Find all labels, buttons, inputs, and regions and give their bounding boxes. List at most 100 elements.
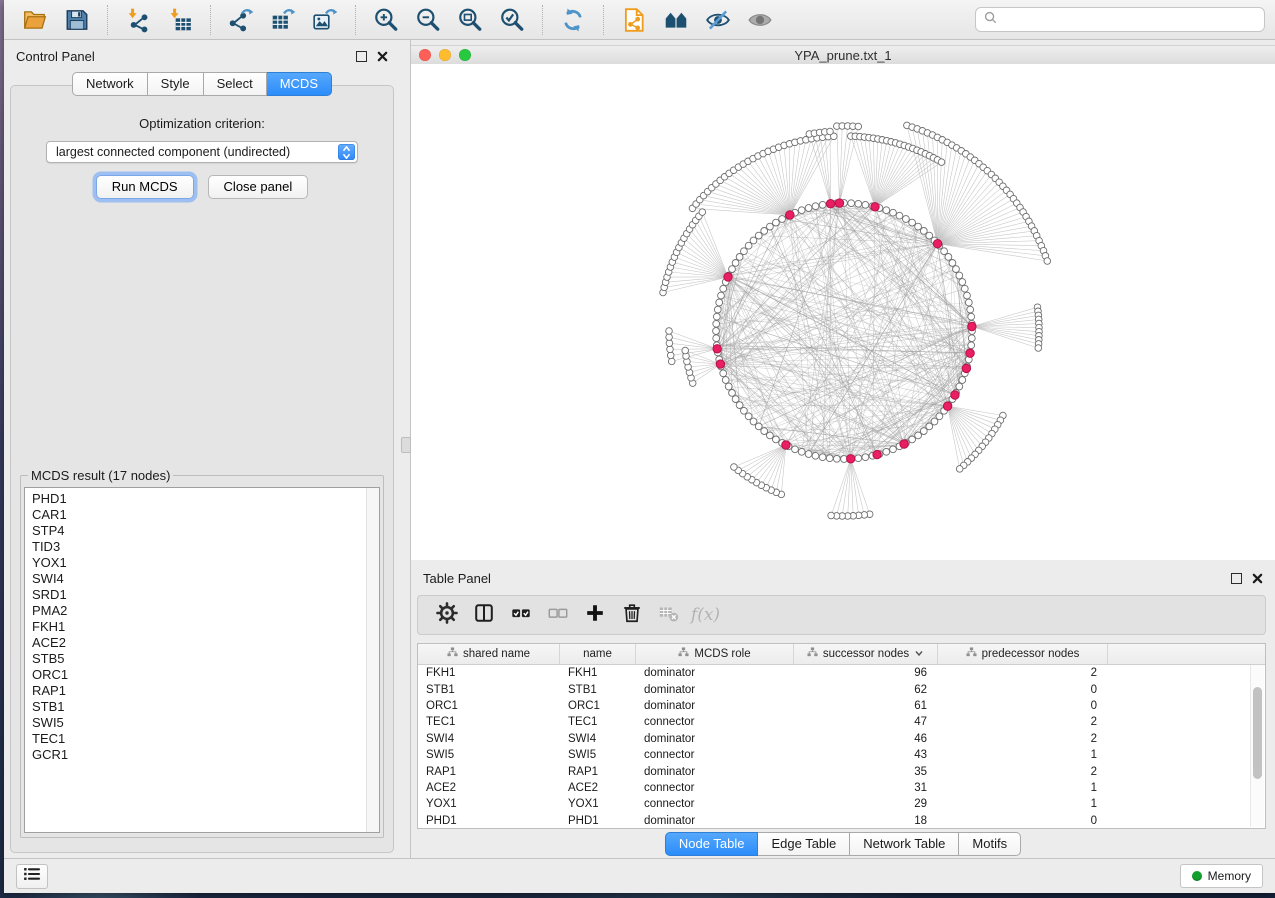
hide-selected-button[interactable] xyxy=(703,5,733,35)
network-node[interactable] xyxy=(926,423,933,430)
float-table-panel-icon[interactable] xyxy=(1231,573,1242,584)
zoom-in-button[interactable] xyxy=(371,5,401,35)
network-node[interactable] xyxy=(699,209,706,216)
network-node[interactable] xyxy=(833,455,840,462)
network-node[interactable] xyxy=(855,200,862,207)
network-node[interactable] xyxy=(915,432,922,439)
memory-button[interactable]: Memory xyxy=(1180,864,1263,888)
mcds-hub-node[interactable] xyxy=(900,440,908,448)
optimization-select[interactable]: largest connected component (undirected) xyxy=(46,141,358,163)
network-node[interactable] xyxy=(968,342,975,349)
table-scrollbar[interactable] xyxy=(1250,665,1264,827)
network-node[interactable] xyxy=(827,128,834,135)
network-node[interactable] xyxy=(729,390,736,397)
network-node[interactable] xyxy=(666,328,673,335)
zoom-selected-button[interactable] xyxy=(497,5,527,35)
mcds-result-item[interactable]: ORC1 xyxy=(32,667,379,683)
tab-select[interactable]: Select xyxy=(204,72,267,96)
tab-network[interactable]: Network xyxy=(72,72,148,96)
network-node[interactable] xyxy=(667,346,674,353)
network-node[interactable] xyxy=(798,448,805,455)
mcds-result-item[interactable]: STP4 xyxy=(32,523,379,539)
network-node[interactable] xyxy=(945,254,952,261)
mcds-result-item[interactable]: SWI5 xyxy=(32,715,379,731)
splitter-handle[interactable] xyxy=(401,437,411,453)
network-node[interactable] xyxy=(668,358,675,365)
mcds-result-item[interactable]: TEC1 xyxy=(32,731,379,747)
table-row[interactable]: STB1STB1dominator620 xyxy=(418,681,1265,697)
network-node[interactable] xyxy=(826,455,833,462)
network-node[interactable] xyxy=(666,334,673,341)
mcds-hub-node[interactable] xyxy=(871,203,879,211)
network-view-titlebar[interactable]: YPA_prune.txt_1 xyxy=(411,45,1275,65)
network-node[interactable] xyxy=(741,248,748,255)
mcds-result-item[interactable]: TID3 xyxy=(32,539,379,555)
network-node[interactable] xyxy=(1044,258,1051,265)
refresh-layout-button[interactable] xyxy=(558,5,588,35)
tab-node-table[interactable]: Node Table xyxy=(665,832,759,856)
network-node[interactable] xyxy=(959,377,966,384)
network-node[interactable] xyxy=(961,285,968,292)
mcds-hub-node[interactable] xyxy=(713,345,721,353)
mcds-hub-node[interactable] xyxy=(826,200,834,208)
network-node[interactable] xyxy=(956,272,963,279)
column-header-successor-nodes[interactable]: successor nodes xyxy=(794,644,938,664)
close-table-panel-icon[interactable] xyxy=(1252,573,1263,584)
tab-motifs[interactable]: Motifs xyxy=(959,832,1021,856)
mcds-result-list[interactable]: PHD1CAR1STP4TID3YOX1SWI4SRD1PMA2FKH1ACE2… xyxy=(24,487,380,833)
network-node[interactable] xyxy=(968,313,975,320)
run-mcds-button[interactable]: Run MCDS xyxy=(96,175,194,199)
network-node[interactable] xyxy=(805,451,812,458)
show-columns-button[interactable] xyxy=(465,601,502,629)
network-node[interactable] xyxy=(805,205,812,212)
network-node[interactable] xyxy=(713,320,720,327)
network-node[interactable] xyxy=(731,464,738,471)
close-panel-button[interactable]: Close panel xyxy=(208,175,309,199)
network-node[interactable] xyxy=(890,446,897,453)
mcds-hub-node[interactable] xyxy=(724,273,732,281)
network-from-file-button[interactable] xyxy=(619,5,649,35)
network-node[interactable] xyxy=(862,201,869,208)
save-session-button[interactable] xyxy=(62,5,92,35)
import-table-button[interactable] xyxy=(165,5,195,35)
search-input[interactable] xyxy=(1003,11,1256,28)
network-node[interactable] xyxy=(890,209,897,216)
network-node[interactable] xyxy=(848,200,855,207)
tab-style[interactable]: Style xyxy=(148,72,204,96)
mcds-result-item[interactable]: CAR1 xyxy=(32,507,379,523)
network-node[interactable] xyxy=(779,216,786,223)
mcds-hub-node[interactable] xyxy=(786,211,794,219)
mcds-result-item[interactable]: GCR1 xyxy=(32,747,379,763)
mcds-result-item[interactable]: ACE2 xyxy=(32,635,379,651)
network-node[interactable] xyxy=(729,266,736,273)
network-node[interactable] xyxy=(855,123,862,130)
network-node[interactable] xyxy=(682,347,689,354)
network-node[interactable] xyxy=(967,306,974,313)
network-node[interactable] xyxy=(720,370,727,377)
network-canvas[interactable] xyxy=(411,64,1275,560)
mcds-hub-node[interactable] xyxy=(933,240,941,248)
network-node[interactable] xyxy=(819,201,826,208)
table-row[interactable]: FKH1FKH1dominator962 xyxy=(418,665,1265,681)
network-node[interactable] xyxy=(773,219,780,226)
network-node[interactable] xyxy=(938,159,945,166)
first-neighbors-button[interactable] xyxy=(661,5,691,35)
table-row[interactable]: RAP1RAP1dominator352 xyxy=(418,763,1265,779)
mcds-result-item[interactable]: PMA2 xyxy=(32,603,379,619)
open-session-button[interactable] xyxy=(20,5,50,35)
network-node[interactable] xyxy=(909,436,916,443)
table-row[interactable]: SWI5SWI5connector431 xyxy=(418,747,1265,763)
table-row[interactable]: ACE2ACE2connector311 xyxy=(418,780,1265,796)
network-node[interactable] xyxy=(903,216,910,223)
network-node[interactable] xyxy=(720,285,727,292)
network-node[interactable] xyxy=(828,512,835,519)
network-node[interactable] xyxy=(755,232,762,239)
network-node[interactable] xyxy=(862,454,869,461)
tab-edge-table[interactable]: Edge Table xyxy=(758,832,850,856)
automation-panel-button[interactable] xyxy=(16,864,48,889)
table-row[interactable]: ORC1ORC1dominator610 xyxy=(418,698,1265,714)
mcds-hub-node[interactable] xyxy=(951,391,959,399)
network-node[interactable] xyxy=(909,219,916,226)
mcds-hub-node[interactable] xyxy=(962,364,970,372)
network-node[interactable] xyxy=(956,383,963,390)
